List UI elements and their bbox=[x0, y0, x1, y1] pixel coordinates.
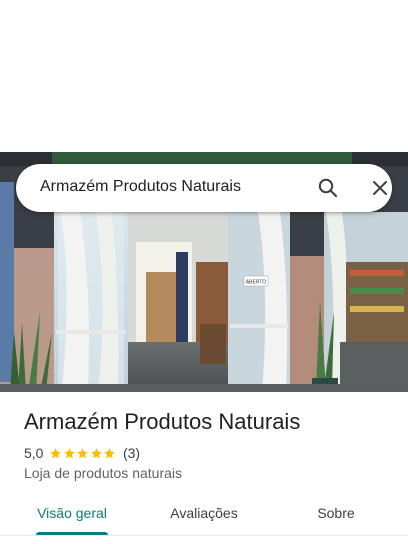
door-sign: ABERTO bbox=[246, 280, 266, 286]
rating-value: 5,0 bbox=[24, 445, 44, 461]
map-blank-area bbox=[0, 0, 408, 152]
review-count[interactable]: (3) bbox=[123, 445, 140, 461]
star-icon bbox=[64, 447, 75, 458]
tab-overview[interactable]: Visão geral bbox=[24, 496, 120, 536]
search-icon[interactable] bbox=[316, 176, 340, 200]
star-icon bbox=[91, 447, 102, 458]
search-query[interactable]: Armazém Produtos Naturais bbox=[40, 178, 241, 196]
close-icon[interactable] bbox=[368, 176, 392, 200]
star-icon bbox=[77, 447, 89, 458]
tab-reviews[interactable]: Avaliações bbox=[156, 496, 252, 536]
place-tabs: Visão geral Avaliações Sobre bbox=[0, 496, 408, 536]
search-bar[interactable]: Armazém Produtos Naturais bbox=[16, 164, 392, 212]
star-icon bbox=[50, 447, 62, 458]
rating-row[interactable]: 5,0 (3) bbox=[24, 444, 140, 462]
tab-about[interactable]: Sobre bbox=[296, 496, 376, 536]
star-icon bbox=[104, 447, 116, 458]
tabs-divider bbox=[0, 535, 408, 536]
star-rating bbox=[49, 447, 117, 460]
place-title: Armazém Produtos Naturais bbox=[24, 409, 301, 434]
place-category: Loja de produtos naturais bbox=[24, 465, 182, 481]
